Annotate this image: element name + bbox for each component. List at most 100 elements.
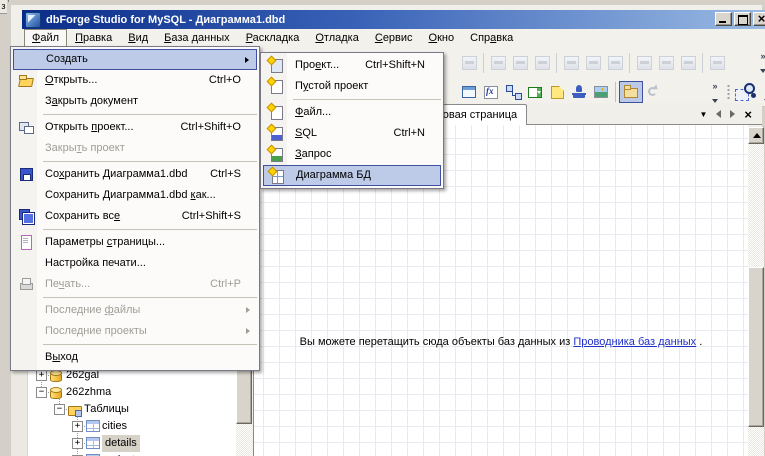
hint-text-suffix: . bbox=[696, 336, 702, 348]
new-file-icon bbox=[268, 104, 284, 120]
chevron-down-icon bbox=[760, 69, 765, 73]
maximize-button[interactable] bbox=[734, 12, 751, 26]
file-menu-item-recent-projects[interactable]: Последние проекты bbox=[13, 321, 257, 342]
canvas-vscroll-thumb[interactable] bbox=[748, 267, 764, 427]
diagram-toolbar-icons bbox=[458, 80, 665, 104]
horizontal-spacing-button[interactable] bbox=[706, 52, 728, 74]
align-vertical-centers-icon bbox=[586, 56, 601, 70]
toolbar-separator bbox=[556, 53, 557, 73]
toolbar-drag-handle[interactable] bbox=[727, 84, 730, 100]
align-horizontal-centers-button[interactable] bbox=[509, 52, 531, 74]
print-icon bbox=[18, 276, 34, 292]
menu-separator bbox=[43, 344, 257, 345]
open-project-icon bbox=[18, 119, 34, 135]
file-menu-item-print[interactable]: Печать...Ctrl+P bbox=[13, 274, 257, 295]
menu-item-label: Открыть проект... bbox=[45, 121, 134, 133]
create-submenu-item-project[interactable]: Проект...Ctrl+Shift+N bbox=[263, 55, 441, 76]
nav-forward-icon[interactable] bbox=[730, 110, 735, 118]
menu-item-label: Сохранить Диаграмма1.dbd как... bbox=[45, 189, 216, 201]
create-submenu-item-sql[interactable]: SQL Ctrl+N bbox=[263, 123, 441, 144]
menubar-item-debug[interactable]: Отладка bbox=[307, 29, 367, 49]
menu-item-label: Файл... bbox=[295, 106, 331, 118]
shortcut-label: Ctrl+N bbox=[394, 123, 425, 144]
file-menu-item-recent-files[interactable]: Последние файлы bbox=[13, 300, 257, 321]
file-menu-item-open[interactable]: Открыть...Ctrl+O bbox=[13, 70, 257, 91]
database-explorer-link[interactable]: Проводника баз данных bbox=[573, 336, 696, 348]
nav-back-icon[interactable] bbox=[716, 110, 721, 118]
create-submenu-item-db-diagram[interactable]: Диаграмма БД bbox=[263, 165, 441, 186]
align-top-edges-button[interactable] bbox=[560, 52, 582, 74]
zoom-region-button[interactable] bbox=[733, 81, 757, 103]
make-same-size-2-button[interactable] bbox=[677, 52, 699, 74]
new-panel-button[interactable] bbox=[458, 81, 480, 103]
new-panel-icon bbox=[461, 84, 477, 100]
minimize-button[interactable] bbox=[715, 12, 732, 26]
refresh-button[interactable] bbox=[643, 81, 665, 103]
file-menu-item-create[interactable]: Создать bbox=[13, 49, 257, 70]
save-icon bbox=[18, 166, 34, 182]
menu-item-label: Параметры страницы... bbox=[45, 236, 165, 248]
submenu-arrow-icon bbox=[246, 307, 250, 313]
create-submenu-item-query[interactable]: Запрос bbox=[263, 144, 441, 165]
file-menu-item-open-project[interactable]: Открыть проект...Ctrl+Shift+O bbox=[13, 117, 257, 138]
file-menu-item-save-all[interactable]: Сохранить всеCtrl+Shift+S bbox=[13, 206, 257, 227]
file-menu-item-page-setup[interactable]: Параметры страницы... bbox=[13, 232, 257, 253]
create-submenu-item-empty-project[interactable]: Пустой проект bbox=[263, 76, 441, 97]
note-icon bbox=[549, 84, 565, 100]
new-diagram-icon bbox=[269, 168, 285, 184]
file-menu-dropdown: СоздатьОткрыть...Ctrl+O Закрыть документ О… bbox=[10, 46, 260, 371]
menu-item-label: Печать... bbox=[45, 278, 90, 290]
toolbar-overflow-button-2[interactable]: » bbox=[708, 80, 722, 105]
make-same-width-button[interactable] bbox=[633, 52, 655, 74]
chevron-double-right-icon: » bbox=[760, 52, 765, 60]
align-left-edges-button[interactable] bbox=[487, 52, 509, 74]
file-menu-item-close-document[interactable]: Закрыть документ bbox=[13, 91, 257, 112]
make-same-size-2-icon bbox=[681, 56, 696, 70]
menubar-item-help[interactable]: Справка bbox=[462, 29, 521, 49]
toolbar-overflow-button-3[interactable]: » bbox=[760, 80, 765, 105]
file-menu-item-save-diagram-as[interactable]: Сохранить Диаграмма1.dbd как... bbox=[13, 185, 257, 206]
screen: з dbForge Studio for MySQL - Диаграмма1.… bbox=[0, 0, 765, 456]
combobox-icon bbox=[527, 84, 543, 100]
image-button[interactable] bbox=[590, 81, 612, 103]
align-bottom-edges-button[interactable] bbox=[604, 52, 626, 74]
create-submenu-item-file[interactable]: Файл... bbox=[263, 102, 441, 123]
file-menu-item-print-settings[interactable]: Настройка печати... bbox=[13, 253, 257, 274]
titlebar[interactable]: dbForge Studio for MySQL - Диаграмма1.db… bbox=[22, 10, 765, 29]
menu-item-label: Пустой проект bbox=[295, 80, 368, 92]
file-menu-item-exit[interactable]: Выход bbox=[13, 347, 257, 368]
container-button[interactable] bbox=[619, 81, 643, 103]
file-menu-item-save-diagram[interactable]: Сохранить Диаграмма1.dbdCtrl+S bbox=[13, 164, 257, 185]
menu-item-label: Диаграмма БД bbox=[296, 169, 371, 181]
canvas-vscroll-up-button[interactable] bbox=[748, 127, 764, 144]
image-icon bbox=[593, 84, 609, 100]
stamp-button[interactable] bbox=[568, 81, 590, 103]
hint-text: Вы можете перетащить сюда объекты баз да… bbox=[300, 336, 574, 348]
align-right-edges-button[interactable] bbox=[531, 52, 553, 74]
menu-item-label: SQL bbox=[295, 127, 317, 139]
menubar-item-tools[interactable]: Сервис bbox=[367, 29, 421, 49]
note-button[interactable] bbox=[546, 81, 568, 103]
function-button[interactable] bbox=[480, 81, 502, 103]
align-horizontal-centers-icon bbox=[513, 56, 528, 70]
close-icon[interactable]: × bbox=[744, 108, 752, 121]
menu-item-label: Настройка печати... bbox=[45, 257, 146, 269]
explorer-vscroll-thumb[interactable] bbox=[236, 367, 252, 424]
open-folder-icon bbox=[18, 72, 34, 88]
chevron-double-right-icon: » bbox=[712, 82, 717, 90]
menu-separator bbox=[43, 114, 257, 115]
menu-item-label: Открыть... bbox=[45, 74, 97, 86]
menubar-item-window[interactable]: Окно bbox=[421, 29, 463, 49]
toolbar-overflow-button[interactable]: » bbox=[756, 50, 765, 75]
close-button[interactable] bbox=[753, 12, 765, 26]
connector-button[interactable] bbox=[502, 81, 524, 103]
save-all-icon bbox=[18, 208, 34, 224]
connector-icon bbox=[505, 84, 521, 100]
make-same-size-button[interactable] bbox=[458, 52, 480, 74]
chevron-down-icon[interactable]: ▼ bbox=[699, 110, 707, 119]
align-vertical-centers-button[interactable] bbox=[582, 52, 604, 74]
menu-item-label: Закрыть документ bbox=[45, 95, 138, 107]
combobox-button[interactable] bbox=[524, 81, 546, 103]
make-same-height-button[interactable] bbox=[655, 52, 677, 74]
file-menu-item-close-project[interactable]: Закрыть проект bbox=[13, 138, 257, 159]
